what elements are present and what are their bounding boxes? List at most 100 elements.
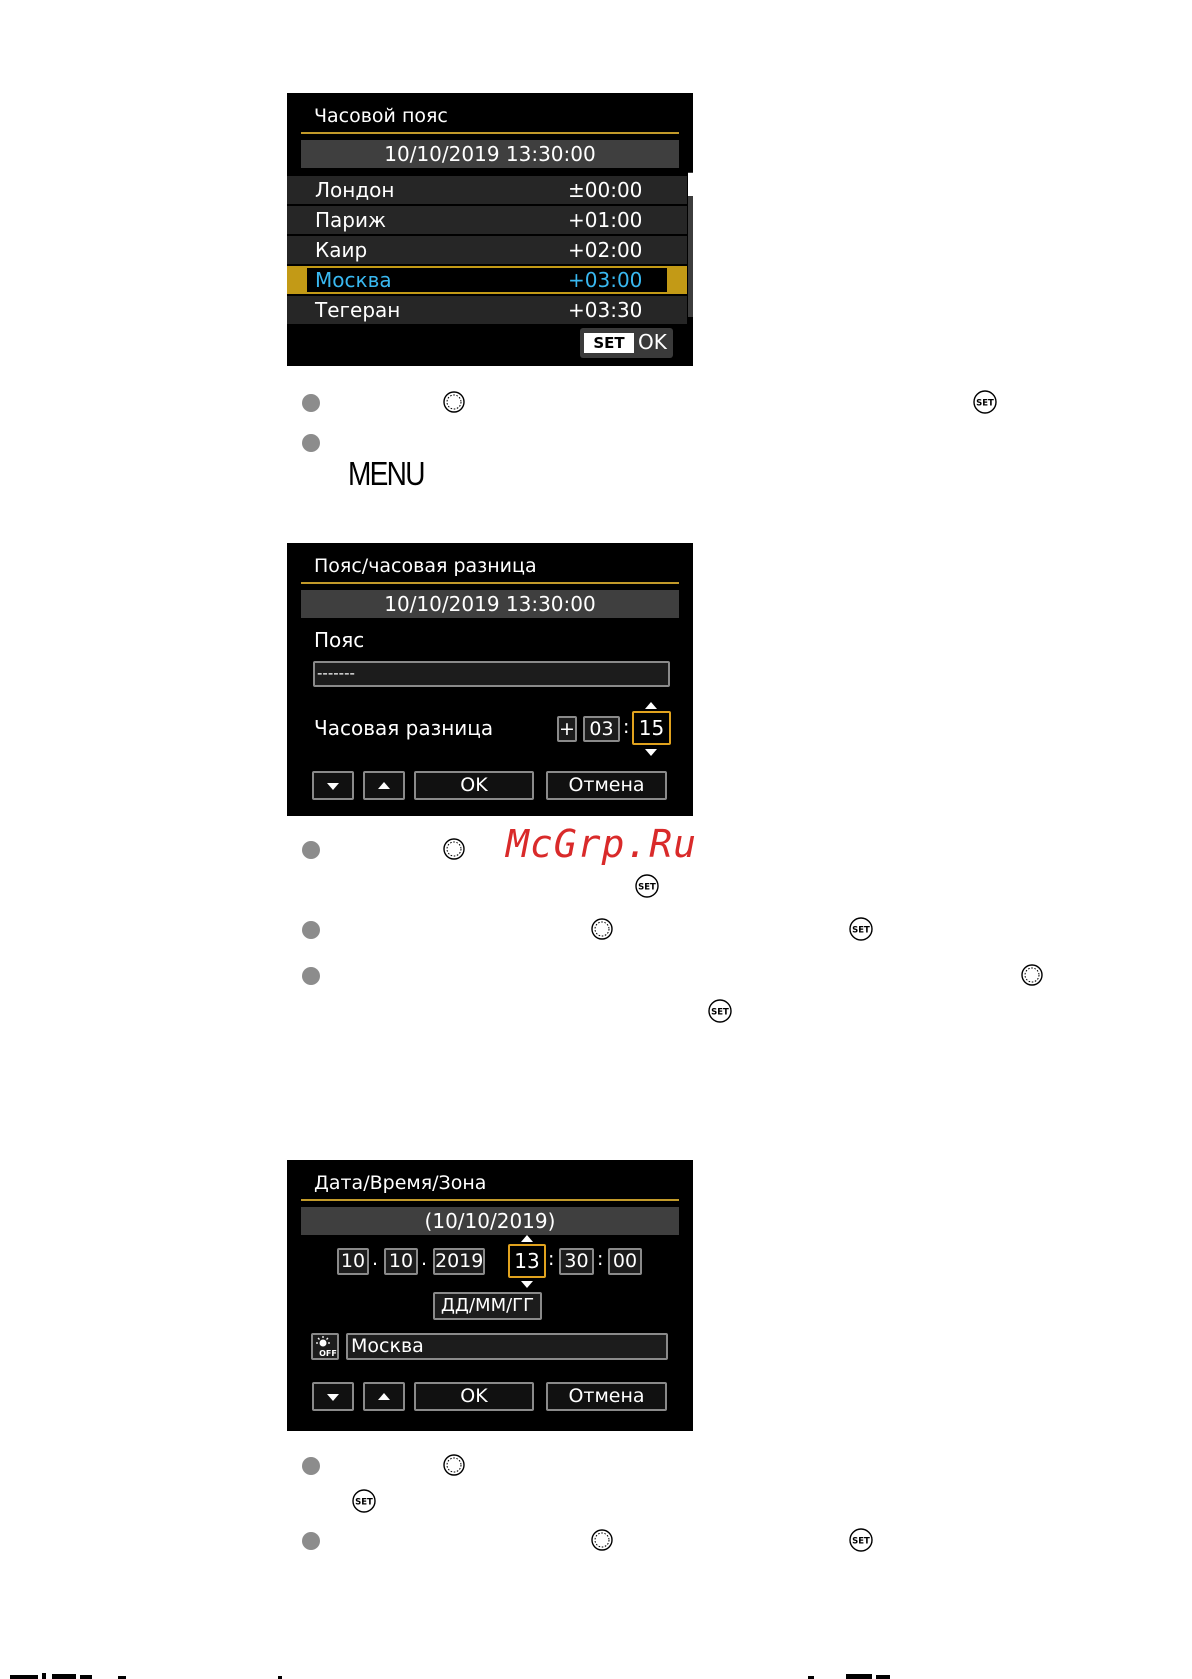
title-rule — [301, 132, 679, 134]
title-rule — [301, 1199, 679, 1201]
arrow-up-icon — [378, 1393, 390, 1400]
datetime-bar: 10/10/2019 13:30:00 — [301, 140, 679, 168]
svg-text:SET: SET — [355, 1498, 373, 1508]
bullet — [302, 434, 320, 452]
dial-icon — [443, 838, 465, 860]
timezone-row[interactable]: Каир +02:00 — [287, 236, 687, 264]
set-button-icon: SET — [849, 917, 873, 941]
month-box[interactable]: 10 — [384, 1248, 418, 1275]
zone-label: Пояс — [314, 628, 365, 652]
colon: : — [623, 716, 630, 738]
svg-text:SET: SET — [852, 926, 870, 936]
offset-label: +03:30 — [568, 298, 643, 322]
ok-button[interactable]: OK — [414, 771, 534, 800]
bullet — [302, 841, 320, 859]
zone-field-value: ------- — [317, 664, 355, 682]
offset-label: +02:00 — [568, 238, 643, 262]
dial-icon — [591, 1529, 613, 1551]
second-box[interactable]: 00 — [608, 1248, 642, 1275]
arrow-down-icon — [521, 1281, 533, 1288]
timezone-row-selected[interactable]: Москва +03:00 — [287, 266, 687, 294]
timezone-row[interactable]: Париж +01:00 — [287, 206, 687, 234]
bullet — [302, 921, 320, 939]
arrow-down-icon — [327, 783, 339, 790]
date-time-zone-screen: Дата/Время/Зона (10/10/2019) 10 . 10 . 2… — [287, 1160, 693, 1431]
city-label: Каир — [315, 238, 368, 262]
dial-icon — [1021, 964, 1043, 986]
selection-frame: Москва +03:00 — [307, 268, 667, 292]
city-label: Москва — [315, 268, 392, 292]
offset-label: ±00:00 — [568, 178, 643, 202]
cancel-button[interactable]: Отмена — [546, 1382, 667, 1411]
zone-field[interactable]: Москва — [346, 1333, 668, 1360]
svg-text:OFF: OFF — [319, 1349, 337, 1358]
set-chip: SET — [584, 333, 634, 353]
zone-offset-screen: Пояс/часовая разница 10/10/2019 13:30:00… — [287, 543, 693, 816]
timezone-row[interactable]: Тегеран +03:30 — [287, 296, 687, 324]
screen-title: Дата/Время/Зона — [314, 1172, 487, 1194]
dst-toggle[interactable]: OFF — [311, 1333, 339, 1360]
arrow-up-icon — [378, 782, 390, 789]
date-header-bar: (10/10/2019) — [301, 1207, 679, 1235]
time-separator: : — [597, 1248, 604, 1270]
title-rule — [301, 582, 679, 584]
ok-button[interactable]: OK — [414, 1382, 534, 1411]
dial-icon — [591, 918, 613, 940]
hour-box[interactable]: 13 — [508, 1244, 546, 1278]
zone-field[interactable]: ------- — [313, 661, 670, 687]
set-button-icon: SET — [352, 1489, 376, 1513]
arrow-up-icon — [645, 702, 657, 709]
city-label: Тегеран — [315, 298, 401, 322]
set-button-icon: SET — [849, 1528, 873, 1552]
city-label: Лондон — [315, 178, 395, 202]
minute-box[interactable]: 30 — [559, 1248, 594, 1275]
scrollbar-thumb[interactable] — [688, 173, 694, 196]
city-label: Париж — [315, 208, 387, 232]
cancel-button[interactable]: Отмена — [546, 771, 667, 800]
cropped-next-line — [10, 1673, 890, 1679]
ok-label: OK — [638, 330, 667, 354]
svg-text:SET: SET — [852, 1537, 870, 1547]
day-box[interactable]: 10 — [337, 1248, 369, 1275]
datetime-bar: 10/10/2019 13:30:00 — [301, 590, 679, 618]
arrow-down-icon — [645, 749, 657, 756]
scroll-up-button[interactable] — [363, 771, 405, 800]
set-button-icon: SET — [708, 999, 732, 1023]
zone-field-value: Москва — [351, 1335, 424, 1357]
timezone-screen: Часовой пояс 10/10/2019 13:30:00 Лондон … — [287, 93, 694, 366]
bullet — [302, 967, 320, 985]
sun-dst-off-icon: OFF — [316, 1336, 337, 1358]
date-separator: . — [372, 1248, 379, 1270]
bullet — [302, 394, 320, 412]
minutes-box[interactable]: 15 — [632, 711, 671, 745]
scroll-down-button[interactable] — [312, 1382, 354, 1411]
scroll-down-button[interactable] — [312, 771, 354, 800]
offset-label: +03:00 — [568, 268, 643, 292]
screen-title: Часовой пояс — [314, 105, 448, 127]
arrow-down-icon — [327, 1394, 339, 1401]
scroll-up-button[interactable] — [363, 1382, 405, 1411]
sign-box[interactable]: + — [557, 716, 577, 742]
dial-icon — [443, 391, 465, 413]
timezone-row[interactable]: Лондон ±00:00 — [287, 176, 687, 204]
set-ok-button[interactable]: SET OK — [580, 328, 673, 358]
offset-label: +01:00 — [568, 208, 643, 232]
svg-text:SET: SET — [976, 399, 994, 409]
time-separator: : — [548, 1248, 555, 1270]
hours-box[interactable]: 03 — [583, 716, 620, 742]
bullet — [302, 1457, 320, 1475]
arrow-up-icon — [521, 1235, 533, 1242]
date-format-box[interactable]: ДД/ММ/ГГ — [433, 1292, 542, 1320]
svg-text:SET: SET — [711, 1008, 729, 1018]
set-button-icon: SET — [635, 874, 659, 898]
time-difference-label: Часовая разница — [314, 716, 494, 740]
dial-icon — [443, 1454, 465, 1476]
date-separator: . — [421, 1248, 428, 1270]
watermark: McGrp.Ru — [506, 822, 698, 866]
screen-title: Пояс/часовая разница — [314, 555, 537, 577]
bullet — [302, 1532, 320, 1550]
svg-text:SET: SET — [638, 883, 656, 893]
menu-button-label: MENU — [348, 455, 425, 492]
year-box[interactable]: 2019 — [433, 1248, 485, 1275]
set-button-icon: SET — [973, 390, 997, 414]
